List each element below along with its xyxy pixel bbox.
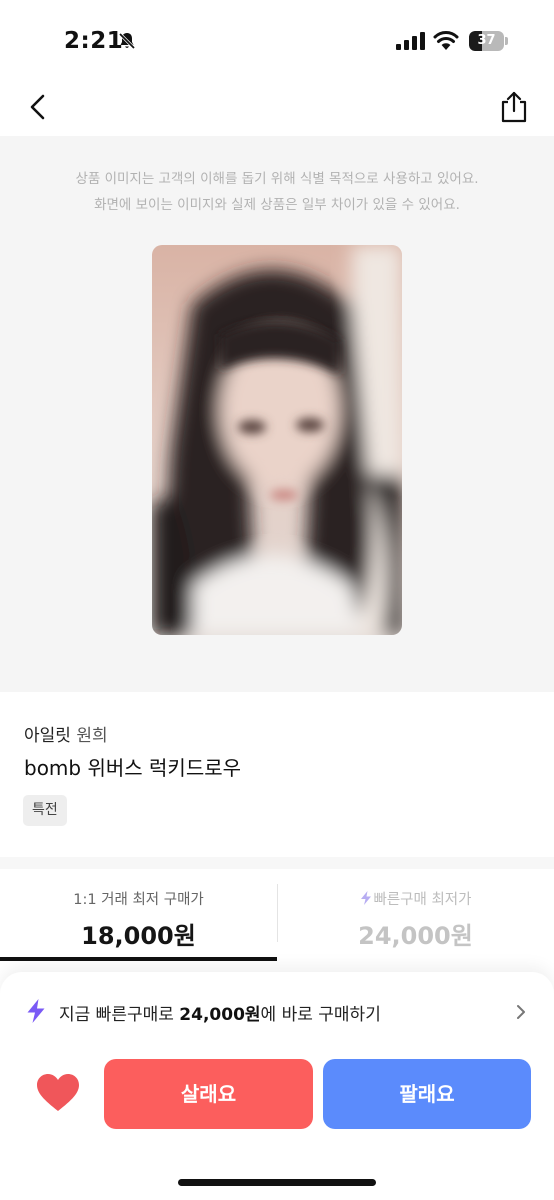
- brand-line: 아일릿 원희: [24, 721, 108, 746]
- product-photo[interactable]: [152, 245, 402, 635]
- wifi-icon: [433, 31, 459, 50]
- price-tab-label-text: 빠른구매 최저가: [373, 892, 472, 908]
- section-divider: [0, 857, 554, 869]
- quick-buy-banner[interactable]: 지금 빠른구매로 24,000원에 바로 구매하기: [26, 992, 536, 1030]
- product-image-panel: 상품 이미지는 고객의 이해를 돕기 위해 식별 목적으로 사용하고 있어요. …: [0, 136, 554, 692]
- price-tab-label: 빠른구매 최저가: [277, 888, 554, 909]
- heart-icon[interactable]: [36, 1073, 80, 1113]
- sell-button[interactable]: 팔래요: [323, 1059, 531, 1129]
- status-bar: 2:21 37: [0, 0, 554, 80]
- tab-quick-buy-price[interactable]: 빠른구매 최저가 24,000원: [277, 869, 554, 961]
- bolt-icon: [27, 999, 45, 1023]
- product-title: bomb 위버스 럭키드로우: [24, 756, 242, 780]
- chevron-left-icon[interactable]: [26, 92, 52, 122]
- signal-icon: [396, 32, 425, 50]
- quick-buy-text: 지금 빠른구매로 24,000원에 바로 구매하기: [59, 1000, 381, 1025]
- tab-direct-trade-price[interactable]: 1:1 거래 최저 구매가 18,000원: [0, 869, 277, 961]
- member-name[interactable]: 원희: [76, 726, 107, 746]
- price-tab-value: 24,000원: [358, 922, 473, 950]
- share-icon[interactable]: [498, 90, 530, 124]
- quick-buy-price: 24,000원: [179, 1005, 261, 1025]
- status-time: 2:21: [64, 28, 124, 54]
- battery-level: 37: [477, 33, 496, 48]
- bolt-icon: [360, 891, 371, 905]
- bell-muted-icon: [118, 32, 136, 50]
- image-notice-line2: 화면에 보이는 이미지와 실제 상품은 일부 차이가 있을 수 있어요.: [94, 197, 460, 213]
- price-tab-label: 1:1 거래 최저 구매가: [73, 892, 204, 908]
- brand-name[interactable]: 아일릿: [24, 726, 71, 746]
- chevron-right-icon: [517, 1005, 525, 1019]
- tab-indicator: [0, 957, 277, 961]
- quick-buy-prefix: 지금 빠른구매로: [59, 1005, 180, 1025]
- price-tab-value: 18,000원: [81, 922, 196, 950]
- product-tag: 특전: [23, 795, 67, 826]
- battery-icon: 37: [469, 31, 509, 51]
- image-notice: 상품 이미지는 고객의 이해를 돕기 위해 식별 목적으로 사용하고 있어요. …: [0, 166, 554, 218]
- home-indicator: [178, 1179, 376, 1186]
- buy-button[interactable]: 살래요: [104, 1059, 313, 1129]
- quick-buy-suffix: 에 바로 구매하기: [260, 1005, 381, 1025]
- image-notice-line1: 상품 이미지는 고객의 이해를 돕기 위해 식별 목적으로 사용하고 있어요.: [75, 171, 479, 187]
